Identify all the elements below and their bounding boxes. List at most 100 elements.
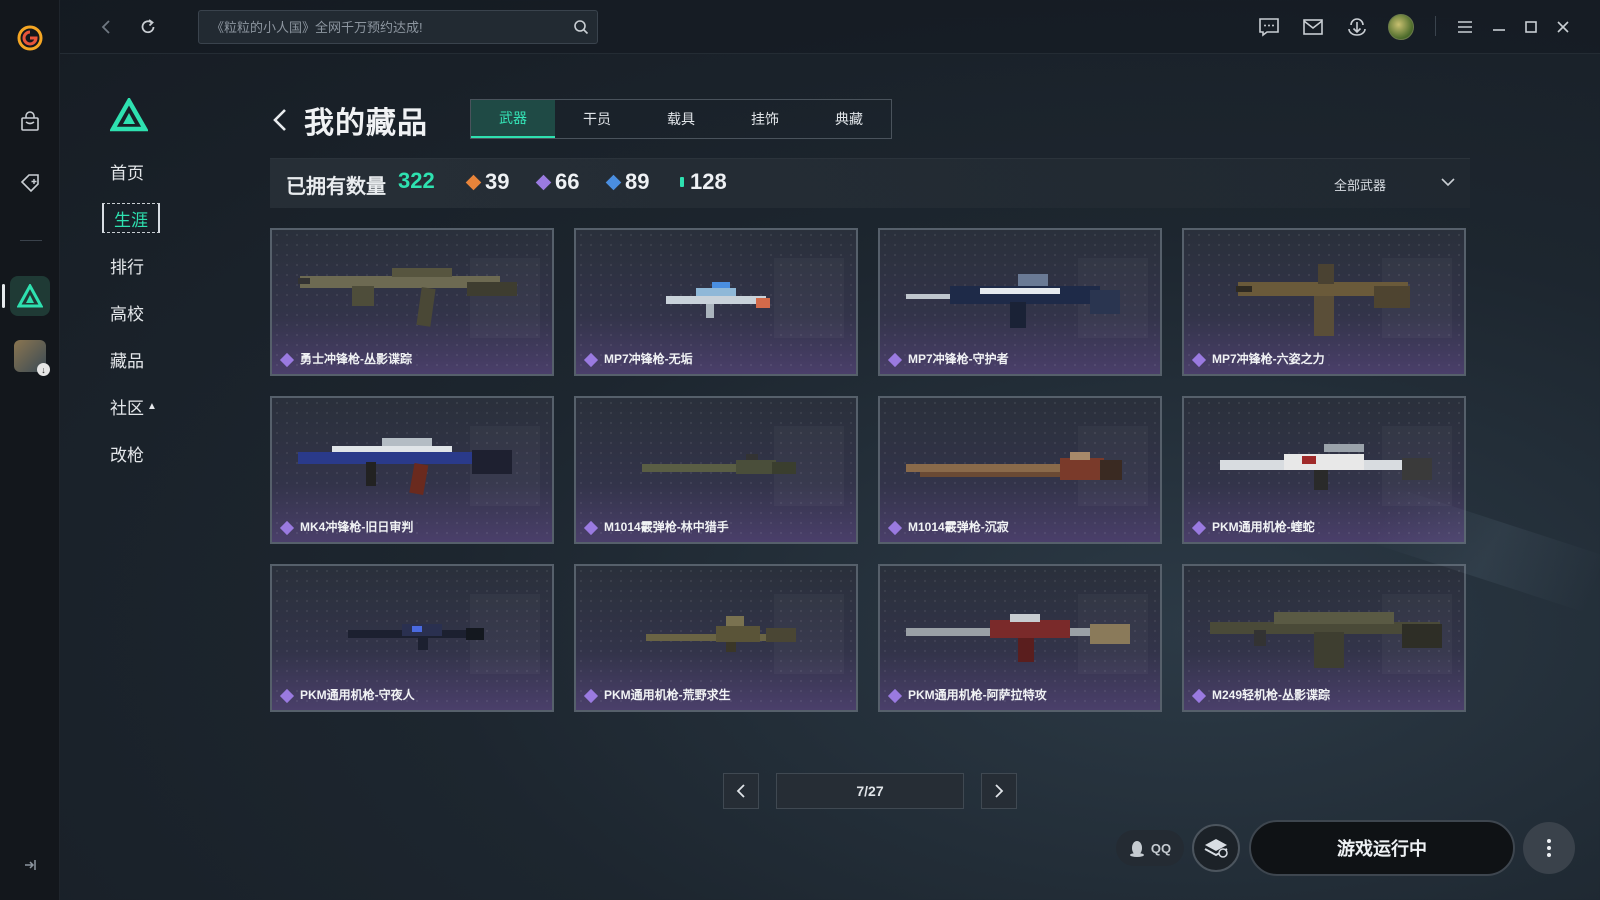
- nav-item-collection[interactable]: 藏品: [110, 344, 170, 374]
- download-manager-icon[interactable]: [1344, 14, 1370, 40]
- weapon-filter-dropdown[interactable]: 全部武器: [1334, 171, 1464, 197]
- weapon-card[interactable]: M249轻机枪-丛影谍踪: [1182, 564, 1466, 712]
- weapon-card[interactable]: M1014霰弹枪-林中猎手: [574, 396, 858, 544]
- chevron-up-icon: ▲: [147, 400, 157, 412]
- ownership-stats-bar: 已拥有数量 322 39 66 89 128 全部武器: [270, 158, 1470, 208]
- weapon-name: MP7冲锋枪-守护者: [908, 352, 1009, 366]
- rarity-orange-gem-icon: [465, 174, 482, 190]
- rail-active-indicator: [2, 284, 5, 308]
- weapon-card[interactable]: PKM通用机枪-守夜人: [270, 564, 554, 712]
- rarity-blue-gem-icon: [605, 174, 622, 190]
- tab-vehicles[interactable]: 载具: [639, 100, 723, 138]
- category-tabs: 武器 干员 载具 挂饰 典藏: [470, 99, 892, 139]
- game-download-icon[interactable]: ↓: [10, 336, 50, 376]
- weapon-card[interactable]: M1014霰弹枪-沉寂: [878, 396, 1162, 544]
- weapon-card[interactable]: 勇士冲锋枪-丛影谍踪: [270, 228, 554, 376]
- weapon-image: [666, 282, 770, 318]
- mail-icon[interactable]: [1300, 14, 1326, 40]
- rarity-gem-icon: [279, 520, 295, 536]
- top-bar: [60, 0, 1600, 54]
- nav-item-college[interactable]: 高校: [110, 297, 170, 327]
- weapon-image: [298, 268, 517, 327]
- tab-weapons[interactable]: 武器: [471, 100, 555, 138]
- qq-penguin-icon: [1129, 841, 1144, 857]
- rarity-gem-icon: [583, 520, 599, 536]
- user-avatar[interactable]: [1388, 14, 1414, 40]
- weapon-card[interactable]: PKM通用机枪-荒野求生: [574, 564, 858, 712]
- weapon-name: MP7冲锋枪-六姿之力: [1212, 352, 1325, 366]
- more-options-button[interactable]: [1523, 822, 1575, 874]
- rarity-blue-value: 89: [625, 169, 650, 194]
- weapon-image: [646, 616, 796, 652]
- refresh-icon[interactable]: [134, 13, 162, 41]
- weapon-card[interactable]: PKM通用机枪-阿萨拉特攻: [878, 564, 1162, 712]
- weapon-name: M1014霰弹枪-沉寂: [908, 520, 1009, 534]
- weapon-name: PKM通用机枪-荒野求生: [604, 688, 731, 702]
- rarity-purple-gem-icon: [535, 174, 552, 190]
- weapon-image: [906, 614, 1130, 662]
- nav-item-home[interactable]: 首页: [110, 156, 170, 186]
- maximize-icon[interactable]: [1518, 14, 1544, 40]
- chat-icon[interactable]: [1256, 14, 1282, 40]
- weapon-filter-label: 全部武器: [1334, 177, 1387, 193]
- menu-icon[interactable]: [1452, 14, 1478, 40]
- search-box[interactable]: [198, 10, 598, 44]
- prev-page-button[interactable]: [723, 773, 759, 809]
- rarity-gem-icon: [887, 688, 903, 704]
- weapon-name: 勇士冲锋枪-丛影谍踪: [300, 352, 412, 366]
- rarity-orange-value: 39: [485, 169, 510, 194]
- search-icon[interactable]: [573, 19, 589, 40]
- layers-icon: [1204, 839, 1228, 858]
- rarity-green-count: 128: [680, 169, 727, 195]
- nav-item-community-label: 社区: [110, 398, 144, 418]
- weapon-image: [298, 438, 512, 495]
- collapse-sidebar-icon[interactable]: [20, 855, 40, 875]
- page-title: 我的藏品: [304, 107, 428, 140]
- weapon-card[interactable]: MK4冲锋枪-旧日审判: [270, 396, 554, 544]
- tab-collectibles[interactable]: 典藏: [807, 100, 891, 138]
- rarity-purple-value: 66: [555, 169, 580, 194]
- app-logo-icon[interactable]: [10, 18, 50, 58]
- rarity-gem-icon: [1191, 688, 1207, 704]
- rarity-gem-icon: [279, 688, 295, 704]
- minimize-icon[interactable]: [1486, 14, 1512, 40]
- next-page-button[interactable]: [981, 773, 1017, 809]
- store-bag-icon[interactable]: [10, 102, 50, 142]
- nav-item-gunsmith[interactable]: 改枪: [110, 438, 170, 468]
- qq-button[interactable]: QQ: [1116, 830, 1184, 866]
- owned-count-value: 322: [398, 168, 435, 193]
- rarity-purple-count: 66: [535, 169, 580, 195]
- delta-force-game-icon[interactable]: [10, 276, 50, 316]
- rarity-orange-count: 39: [465, 169, 510, 195]
- weapon-image: [906, 452, 1122, 480]
- tab-charms[interactable]: 挂饰: [723, 100, 807, 138]
- game-accelerator-button[interactable]: [1192, 824, 1240, 872]
- weapon-image: [1236, 264, 1410, 336]
- game-running-button[interactable]: 游戏运行中: [1249, 820, 1515, 876]
- delta-force-logo-icon: [109, 96, 149, 137]
- weapon-name: M249轻机枪-丛影谍踪: [1212, 688, 1331, 702]
- weapon-name: MP7冲锋枪-无垢: [604, 352, 693, 366]
- weapon-image: [348, 624, 484, 650]
- weapon-card[interactable]: MP7冲锋枪-六姿之力: [1182, 228, 1466, 376]
- nav-item-career[interactable]: 生涯: [102, 203, 160, 233]
- back-arrow-icon[interactable]: [272, 100, 298, 140]
- rarity-gem-icon: [279, 352, 295, 368]
- weapon-name: M1014霰弹枪-林中猎手: [604, 520, 729, 534]
- weapon-card[interactable]: MP7冲锋枪-守护者: [878, 228, 1162, 376]
- page-header: 我的藏品: [272, 100, 428, 140]
- close-icon[interactable]: [1550, 14, 1576, 40]
- chevron-left-icon: [736, 784, 745, 798]
- tag-add-icon[interactable]: [10, 162, 50, 202]
- nav-item-ranking[interactable]: 排行: [110, 250, 170, 280]
- rarity-green-gem-icon: [680, 177, 684, 187]
- back-nav-icon[interactable]: [92, 13, 120, 41]
- rarity-gem-icon: [887, 520, 903, 536]
- tab-operators[interactable]: 干员: [555, 100, 639, 138]
- topbar-divider: [1435, 16, 1436, 36]
- qq-label: QQ: [1150, 840, 1172, 856]
- weapon-card[interactable]: MP7冲锋枪-无垢: [574, 228, 858, 376]
- search-input[interactable]: [211, 11, 561, 43]
- nav-item-community[interactable]: 社区 ▲: [110, 391, 170, 421]
- rarity-gem-icon: [1191, 352, 1207, 368]
